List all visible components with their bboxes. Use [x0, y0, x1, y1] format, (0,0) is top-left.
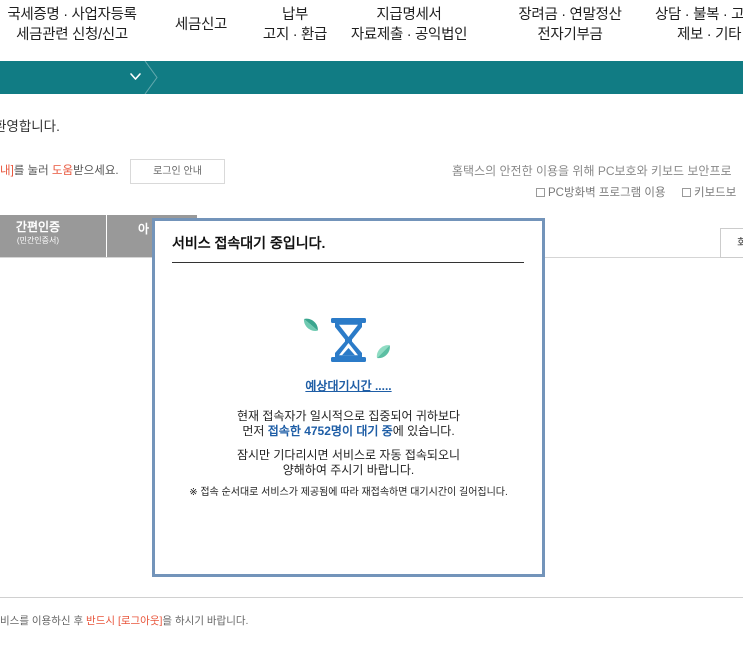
nav-menu-line2: 전자기부금	[537, 27, 603, 43]
chevron-right-icon	[144, 61, 158, 94]
hourglass-icon	[303, 318, 390, 362]
logout-notice-post: 을 하시기 바랍니다.	[162, 615, 249, 627]
keyboard-security-checkbox-label: 키보드보	[694, 187, 737, 199]
modal-message-line: 양해하여 주시기 바랍니다.	[282, 463, 415, 477]
modal-title: 서비스 접속대기 중입니다.	[172, 235, 326, 251]
nav-menu-line2: 세금관련 신청/신고	[16, 27, 128, 43]
modal-message-line: 현재 접속자가 일시적으로 집중되어 귀하보다	[236, 409, 461, 423]
signup-button[interactable]: 회	[720, 228, 743, 258]
footer-divider	[0, 597, 743, 598]
nav-menu-line1: 국세증명 · 사업자등록	[7, 7, 137, 23]
tab-simple-auth[interactable]: 간편인증 (민간인증서)	[0, 215, 106, 258]
welcome-text: 환영합니다.	[0, 119, 60, 134]
logout-notice-emphasis: 반드시 [로그아웃]	[86, 615, 163, 627]
firewall-checkbox-label: PC방화벽 프로그램 이용	[548, 187, 666, 199]
hourglass-bottom-bar	[331, 357, 366, 362]
nav-menu-tax-filing[interactable]: 세금신고	[161, 5, 241, 45]
tab-label-wrap: 간편인증 (민간인증서)	[8, 219, 68, 247]
nav-menu-line1: 세금신고	[174, 17, 228, 33]
nav-menu-consult-appeal[interactable]: 상담 · 불복 · 고 제보 · 기타	[652, 5, 743, 45]
keyboard-security-checkbox[interactable]	[682, 188, 691, 197]
logout-notice: 비스를 이용하신 후 반드시 [로그아웃]을 하시기 바랍니다.	[0, 613, 248, 629]
modal-message-line: 먼저 접속한 4752명이 대기 중에 있습니다.	[155, 423, 542, 439]
logout-notice-pre: 비스를 이용하신 후	[0, 615, 87, 627]
tab-label: 아	[138, 222, 150, 236]
estimated-wait-time: 예상대기시간 .....	[305, 379, 392, 393]
nav-menu-line1: 상담 · 불복 · 고	[655, 7, 743, 23]
login-help-suffix: 받으세요.	[73, 165, 119, 177]
nav-menu-line2: 제보 · 기타	[677, 27, 742, 43]
leaf-left-icon	[303, 318, 318, 331]
hourglass-top-bar	[331, 318, 366, 323]
security-notice: 홈택스의 안전한 이용을 위해 PC보호와 키보드 보안프로	[452, 164, 732, 178]
login-help-mid: 를 눌러	[13, 165, 52, 177]
waiting-modal: 서비스 접속대기 중입니다. 예상대기시간 ..... 현재 접속자가 일시적으…	[152, 218, 545, 577]
login-guide-button[interactable]: 로그인 안내	[130, 159, 225, 184]
nav-menu-certificate-registration[interactable]: 국세증명 · 사업자등록 세금관련 신청/신고	[0, 5, 144, 45]
firewall-checkbox[interactable]	[536, 188, 545, 197]
login-guide-fragment: 내]	[0, 165, 14, 177]
modal-note: ※ 접속 순서대로 서비스가 제공됨에 따라 재접속하면 대기시간이 길어집니다…	[189, 487, 508, 498]
nav-menu-line2: 자료제출 · 공익법인	[350, 27, 468, 43]
queue-message-post: 에 있습니다.	[392, 424, 455, 438]
nav-menu-line2: 고지 · 환급	[262, 27, 328, 43]
nav-menu-line1: 지급명세서	[376, 7, 442, 23]
breadcrumb-bar	[0, 61, 743, 94]
tab-label: 간편인증	[15, 220, 61, 234]
nav-menu-payment-statement[interactable]: 지급명세서 자료제출 · 공익법인	[334, 5, 484, 45]
nav-menu-payment[interactable]: 납부 고지 · 환급	[255, 5, 335, 45]
nav-menu-line1: 납부	[281, 7, 309, 23]
nav-menu-line1: 장려금 · 연말정산	[518, 7, 622, 23]
login-help-emphasis: 도움	[51, 165, 74, 177]
nav-menu-incentive-yearend[interactable]: 장려금 · 연말정산 전자기부금	[505, 5, 635, 45]
tab-sublabel: (민간인증서)	[16, 236, 60, 245]
queue-count-emphasis: 접속한 4752명이 대기 중	[267, 424, 393, 438]
modal-title-divider	[172, 262, 524, 263]
leaf-right-icon	[376, 345, 390, 359]
login-help-text: 내]를 눌러 도움받으세요.	[0, 163, 119, 179]
chevron-down-icon[interactable]	[129, 72, 142, 82]
queue-message-pre: 먼저	[242, 424, 268, 438]
modal-message-line: 잠시만 기다리시면 서비스로 자동 접속되오니	[236, 448, 461, 462]
